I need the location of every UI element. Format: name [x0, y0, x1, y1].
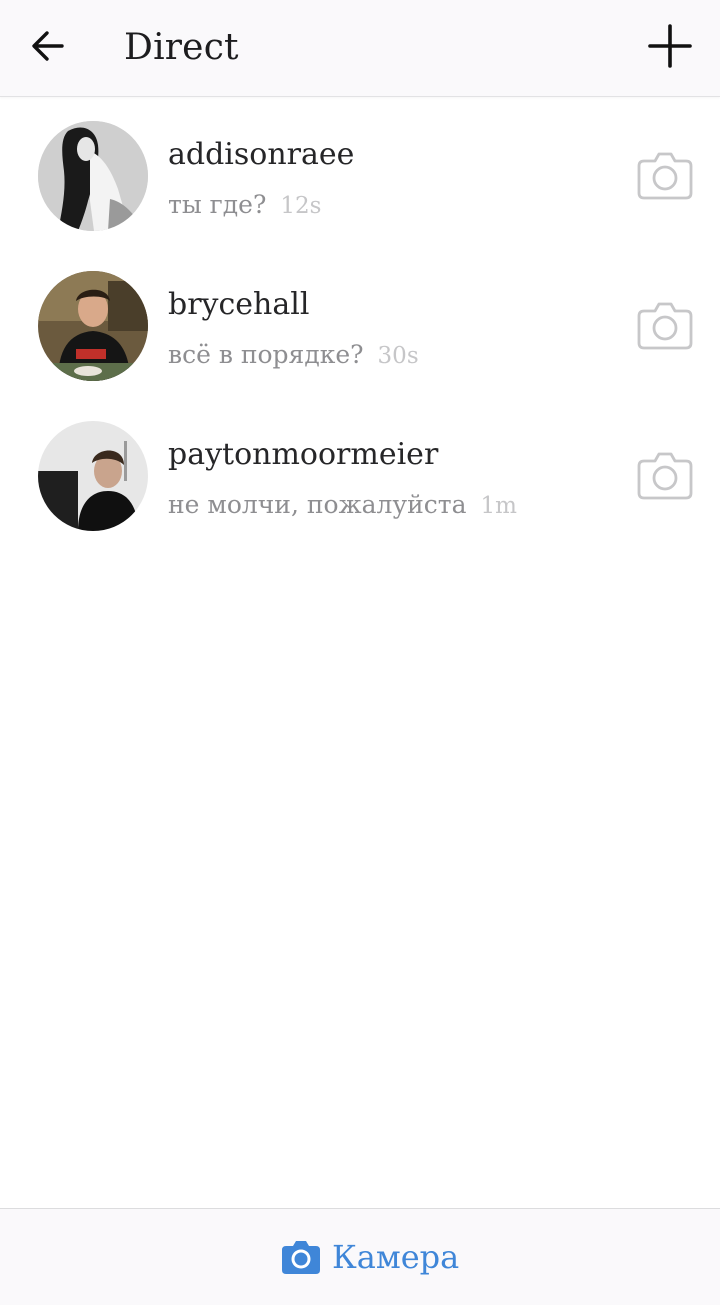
thread-message-line: всё в порядке? 30s: [168, 337, 419, 374]
thread-last-message: всё в порядке?: [168, 340, 364, 369]
avatar-brycehall[interactable]: [38, 271, 148, 381]
thread-row-addisonraee[interactable]: addisonraee ты где? 12s: [0, 97, 720, 247]
thread-username: addisonraee: [168, 137, 355, 172]
arrow-left-icon: [32, 31, 64, 61]
direct-thread-list: addisonraee ты где? 12s brycehall всё в …: [0, 97, 720, 547]
camera-outline-icon: [637, 152, 693, 200]
bottom-camera-bar: Камера: [0, 1208, 720, 1305]
avatar-paytonmoormeier[interactable]: [38, 421, 148, 531]
thread-message-line: не молчи, пожалуйста 1m: [168, 487, 517, 524]
camera-outline-icon: [637, 302, 693, 350]
back-button[interactable]: [22, 20, 74, 72]
camera-button-label: Камера: [332, 1238, 460, 1276]
camera-icon: [282, 1241, 320, 1274]
thread-username: brycehall: [168, 287, 310, 322]
camera-button[interactable]: Камера: [280, 1237, 459, 1277]
plus-icon: [648, 24, 692, 68]
thread-camera-button[interactable]: [636, 449, 694, 501]
thread-timestamp: 1m: [480, 493, 517, 519]
thread-message-line: ты где? 12s: [168, 187, 321, 224]
avatar-addisonraee[interactable]: [38, 121, 148, 231]
thread-timestamp: 30s: [377, 343, 419, 369]
camera-outline-icon: [637, 452, 693, 500]
thread-username: paytonmoormeier: [168, 437, 439, 472]
thread-last-message: ты где?: [168, 190, 267, 219]
thread-camera-button[interactable]: [636, 299, 694, 351]
new-message-button[interactable]: [642, 18, 698, 74]
top-navigation-bar: Direct: [0, 0, 720, 97]
thread-camera-button[interactable]: [636, 149, 694, 201]
thread-row-paytonmoormeier[interactable]: paytonmoormeier не молчи, пожалуйста 1m: [0, 397, 720, 547]
page-title: Direct: [124, 27, 239, 68]
thread-row-brycehall[interactable]: brycehall всё в порядке? 30s: [0, 247, 720, 397]
thread-timestamp: 12s: [280, 193, 322, 219]
thread-last-message: не молчи, пожалуйста: [168, 490, 467, 519]
